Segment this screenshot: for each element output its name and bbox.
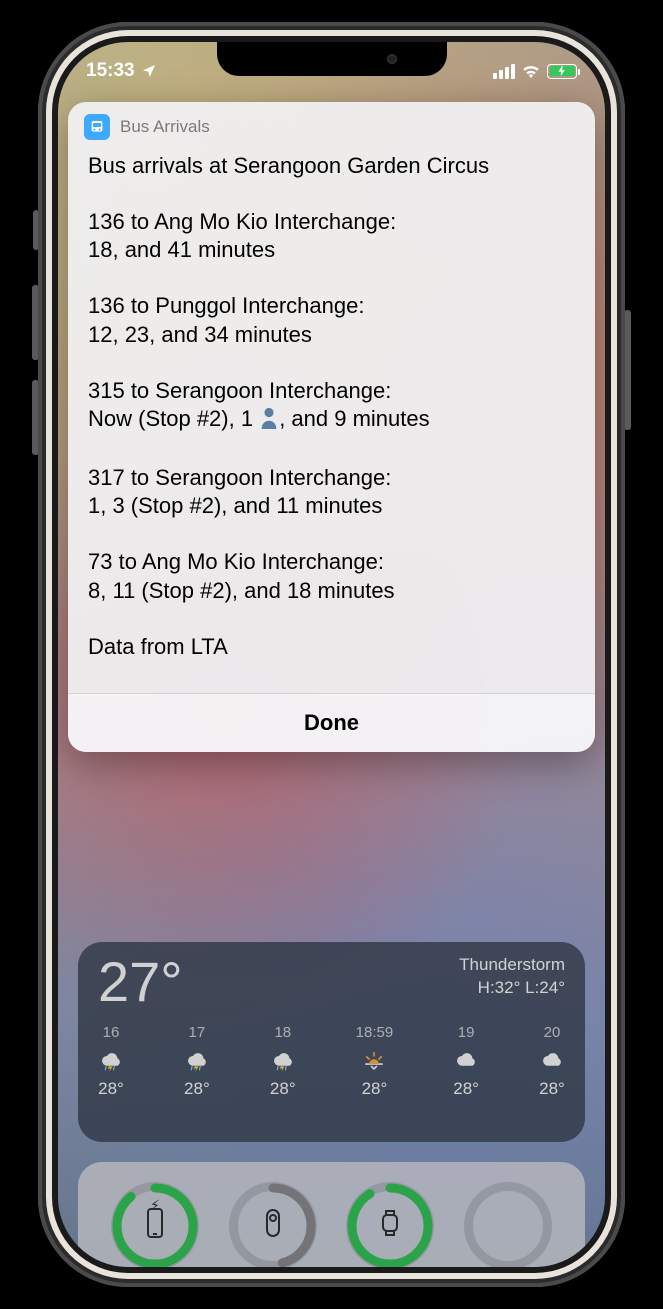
weather-storm-icon	[184, 1047, 210, 1073]
condition-label: Thunderstorm	[459, 954, 565, 977]
route-header: 317 to Serangoon Interchange:	[88, 465, 391, 490]
wifi-icon	[521, 64, 541, 78]
hour-temp: 28°	[453, 1079, 479, 1099]
screen: 15:33 Bus Arrivals Bus arrivals at	[58, 42, 605, 1267]
battery-ring-empty	[464, 1182, 552, 1267]
shortcut-result-card: Bus Arrivals Bus arrivals at Serangoon G…	[68, 102, 595, 752]
route-entry: 317 to Serangoon Interchange: 1, 3 (Stop…	[88, 464, 575, 520]
power-button	[624, 310, 631, 430]
route-entry: 315 to Serangoon Interchange: Now (Stop …	[88, 377, 575, 436]
hour-temp: 28°	[98, 1079, 124, 1099]
current-temperature: 27°	[98, 954, 183, 1010]
card-footer: Data from LTA	[88, 633, 575, 661]
iphone-device-icon: ⚡︎	[145, 1207, 165, 1246]
route-times: 8, 11 (Stop #2), and 18 minutes	[88, 578, 395, 603]
hour-temp: 28°	[539, 1079, 565, 1099]
iphone-frame: 15:33 Bus Arrivals Bus arrivals at	[38, 22, 625, 1287]
route-header: 73 to Ang Mo Kio Interchange:	[88, 549, 384, 574]
route-times: , and 9 minutes	[279, 406, 429, 431]
battery-ring-watch	[346, 1182, 434, 1267]
hour-forecast: 18:59 28°	[356, 1024, 394, 1099]
hour-temp: 28°	[270, 1079, 296, 1099]
weather-sunset-icon	[361, 1047, 387, 1073]
person-silhouette-icon	[259, 407, 279, 436]
hour-label: 20	[544, 1024, 561, 1041]
cellular-signal-icon	[493, 64, 515, 79]
route-times: Now (Stop #2), 1	[88, 406, 259, 431]
route-times: 12, 23, and 34 minutes	[88, 322, 312, 347]
weather-cloud-icon	[453, 1047, 479, 1073]
weather-storm-icon	[98, 1047, 124, 1073]
hour-temp: 28°	[362, 1079, 388, 1099]
route-entry: 73 to Ang Mo Kio Interchange: 8, 11 (Sto…	[88, 548, 575, 604]
hour-forecast: 17 28°	[184, 1024, 210, 1099]
hour-temp: 28°	[184, 1079, 210, 1099]
notch	[217, 42, 447, 76]
location-arrow-icon	[141, 63, 157, 79]
hour-label: 18	[274, 1024, 291, 1041]
magsafe-device-icon	[263, 1207, 283, 1246]
card-title: Bus arrivals at Serangoon Garden Circus	[88, 152, 575, 180]
card-header: Bus Arrivals	[68, 102, 595, 148]
battery-charging-icon	[547, 64, 577, 79]
route-header: 315 to Serangoon Interchange:	[88, 378, 391, 403]
weather-condition: Thunderstorm H:32° L:24°	[459, 954, 565, 1000]
hour-forecast: 18 28°	[270, 1024, 296, 1099]
hour-label: 17	[189, 1024, 206, 1041]
route-header: 136 to Ang Mo Kio Interchange:	[88, 209, 396, 234]
app-name-label: Bus Arrivals	[120, 117, 210, 137]
route-times: 1, 3 (Stop #2), and 11 minutes	[88, 493, 382, 518]
battery-rings-row: ⚡︎	[96, 1182, 567, 1267]
route-times: 18, and 41 minutes	[88, 237, 275, 262]
hour-forecast: 20 28°	[539, 1024, 565, 1099]
hour-forecast: 19 28°	[453, 1024, 479, 1099]
hour-forecast: 16 28°	[98, 1024, 124, 1099]
batteries-widget[interactable]: ⚡︎ 89%46%91%	[78, 1162, 585, 1267]
hour-label: 16	[103, 1024, 120, 1041]
watch-device-icon	[379, 1207, 401, 1246]
route-entry: 136 to Punggol Interchange: 12, 23, and …	[88, 292, 575, 348]
hour-label: 19	[458, 1024, 475, 1041]
route-header: 136 to Punggol Interchange:	[88, 293, 364, 318]
done-button[interactable]: Done	[68, 693, 595, 752]
card-body: Bus arrivals at Serangoon Garden Circus …	[68, 148, 595, 693]
bus-app-icon	[84, 114, 110, 140]
weather-widget[interactable]: 27° Thunderstorm H:32° L:24° 1628°1728°1…	[78, 942, 585, 1142]
battery-ring-magsafe	[229, 1182, 317, 1267]
hi-lo-label: H:32° L:24°	[459, 977, 565, 1000]
weather-storm-icon	[270, 1047, 296, 1073]
weather-cloud-icon	[539, 1047, 565, 1073]
status-time: 15:33	[86, 60, 135, 82]
route-entry: 136 to Ang Mo Kio Interchange: 18, and 4…	[88, 208, 575, 264]
hour-label: 18:59	[356, 1024, 394, 1041]
hourly-forecast-row: 16 28° 17 28° 18 28° 18:59 28° 19 28° 20 28°	[98, 1024, 565, 1099]
battery-ring-iphone: ⚡︎	[111, 1182, 199, 1267]
